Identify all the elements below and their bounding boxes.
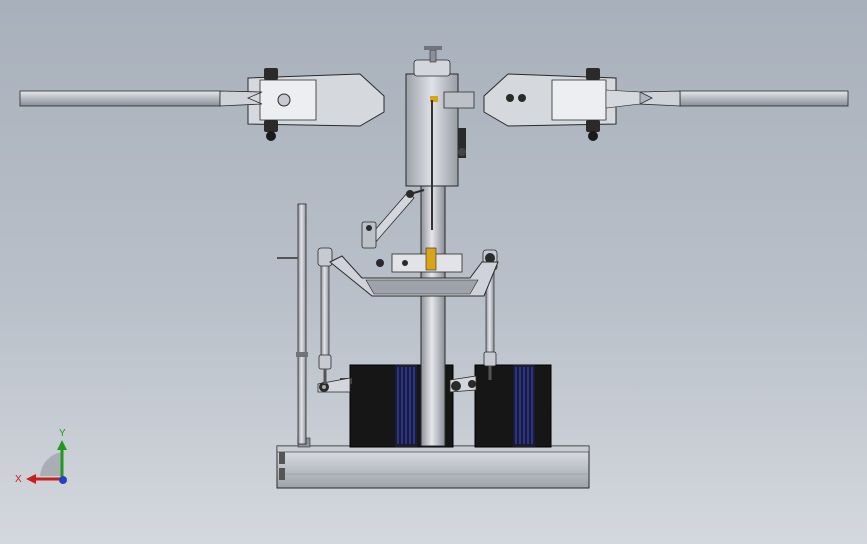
servo-arm-left [317,377,351,393]
scissor-link [361,189,425,249]
rotor-assembly-drawing: Y X [15,46,849,489]
rotor-blade-right [605,89,849,109]
pushrod-left [317,247,333,384]
blade-grip-right [443,68,617,141]
servo-right [474,364,552,448]
triad-x-label: X [15,474,22,485]
triad-x-arrow-icon [26,474,36,484]
cad-viewport[interactable]: Y X [0,0,867,544]
triad-y-arrow-icon [57,440,67,450]
rotor-blade-left [19,90,263,107]
triad-y-label: Y [59,428,66,439]
blade-grip-left [247,68,385,141]
swashplate [329,247,499,297]
triad-z-axis-icon [59,476,67,484]
guide-rod [277,203,308,445]
orientation-triad[interactable]: Y X [15,428,67,485]
servo-arm-right [449,375,477,393]
